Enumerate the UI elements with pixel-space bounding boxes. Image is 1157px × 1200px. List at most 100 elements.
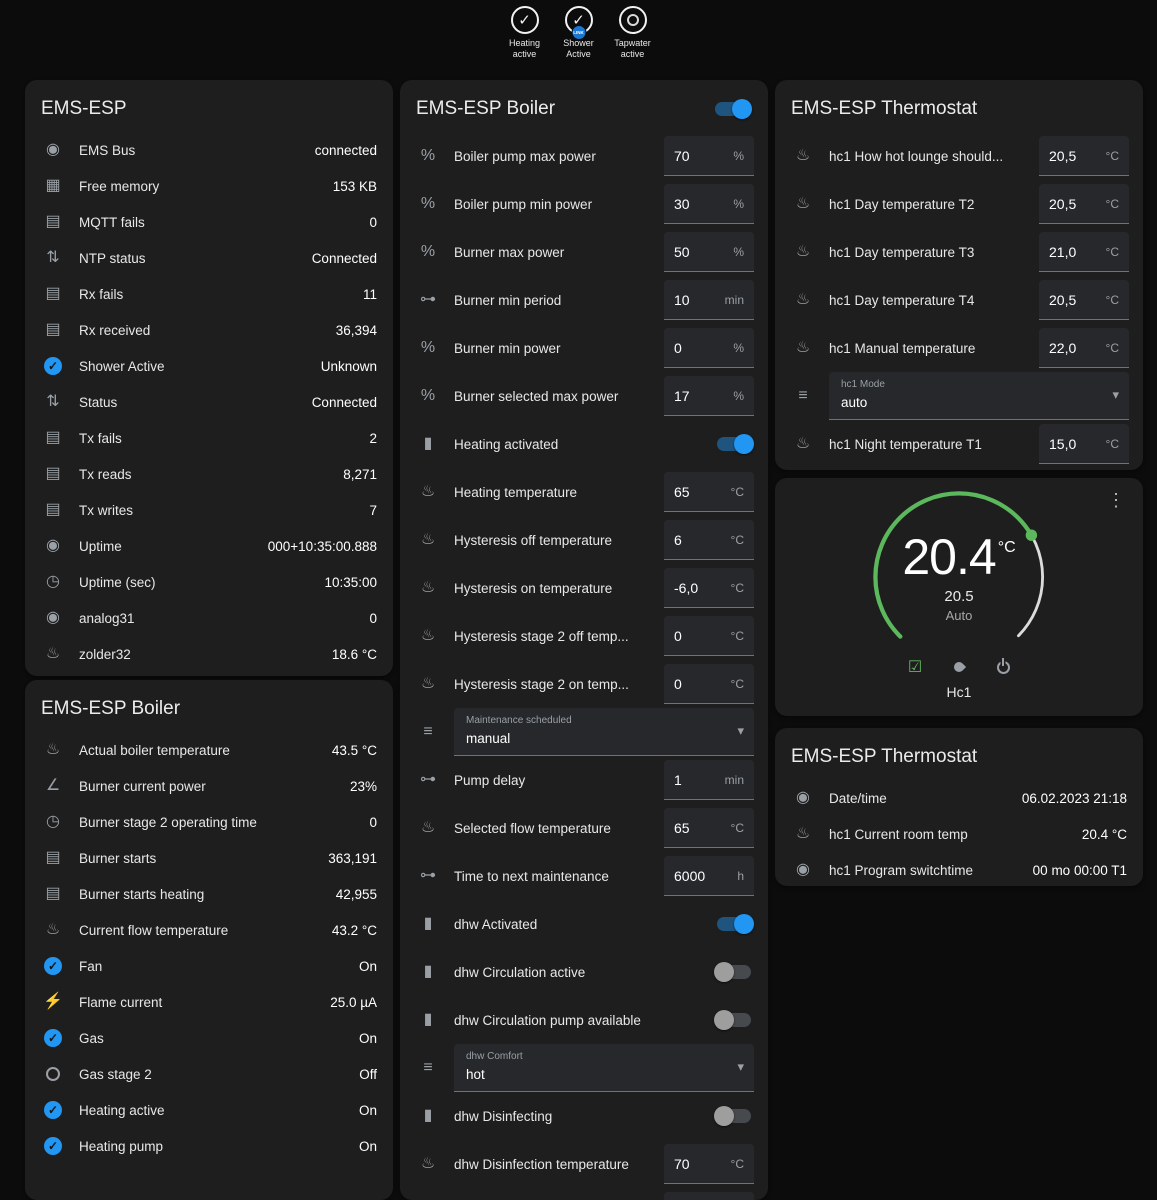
- number-input[interactable]: 15,0°C: [1039, 424, 1129, 464]
- number-input[interactable]: 0°C: [664, 664, 754, 704]
- entity-row[interactable]: %Burner max power50%: [400, 228, 768, 276]
- entity-row[interactable]: ⇅StatusConnected: [25, 384, 393, 420]
- number-input[interactable]: 20,5°C: [1039, 280, 1129, 320]
- toggle-switch[interactable]: [714, 914, 754, 934]
- number-input[interactable]: 10min: [664, 280, 754, 320]
- power-off-button[interactable]: [994, 658, 1012, 676]
- entity-row[interactable]: ◉EMS Busconnected: [25, 132, 393, 168]
- entity-row[interactable]: %Boiler pump max power70%: [400, 132, 768, 180]
- entity-row[interactable]: ▤Tx writes7: [25, 492, 393, 528]
- entity-row[interactable]: ♨hc1 Day temperature T220,5°C: [775, 180, 1143, 228]
- toggle-switch[interactable]: [714, 1010, 754, 1030]
- badge-heating-active[interactable]: ✓ Heating active: [502, 6, 548, 61]
- entity-row[interactable]: ✓GasOn: [25, 1020, 393, 1056]
- number-input[interactable]: 0%: [664, 328, 754, 368]
- entity-row[interactable]: ∠Burner current power23%: [25, 768, 393, 804]
- number-input[interactable]: 65°C: [664, 472, 754, 512]
- badge-shower-active[interactable]: ✓ LINK Shower Active: [556, 6, 602, 61]
- entity-row[interactable]: ♨hc1 Day temperature T321,0°C: [775, 228, 1143, 276]
- entity-row[interactable]: ▮dhw Circulation pump available: [400, 996, 768, 1044]
- entity-row[interactable]: ♨Hysteresis stage 2 off temp...0°C: [400, 612, 768, 660]
- entity-row[interactable]: ⚡Flame current25.0 µA: [25, 984, 393, 1020]
- entity-row[interactable]: ♨hc1 Current room temp20.4 °C: [775, 816, 1143, 852]
- entity-row[interactable]: ▮dhw Activated: [400, 900, 768, 948]
- entity-row[interactable]: ♨Heating temperature65°C: [400, 468, 768, 516]
- entity-row[interactable]: ⊶Pump delay1min: [400, 756, 768, 804]
- entity-row[interactable]: ♨hc1 How hot lounge should...20,5°C: [775, 132, 1143, 180]
- number-input[interactable]: 6°C: [664, 520, 754, 560]
- entity-row[interactable]: ▮dhw Disinfecting: [400, 1092, 768, 1140]
- badge-tapwater-active[interactable]: Tapwater active: [610, 6, 656, 61]
- number-input[interactable]: 22,0°C: [1039, 328, 1129, 368]
- entity-row[interactable]: ♨Current flow temperature43.2 °C: [25, 912, 393, 948]
- entity-row[interactable]: ≡dhw Comforthot▾: [400, 1044, 768, 1092]
- entity-row[interactable]: ♨hc1 Manual temperature22,0°C: [775, 324, 1143, 372]
- entity-row[interactable]: ▮Heating activated: [400, 420, 768, 468]
- number-input[interactable]: 0°C: [664, 616, 754, 656]
- entity-row[interactable]: ◉Uptime000+10:35:00.888: [25, 528, 393, 564]
- entity-row[interactable]: ◉Date/time06.02.2023 21:18: [775, 780, 1143, 816]
- card-power-toggle[interactable]: [712, 99, 752, 119]
- entity-row[interactable]: ✓Shower ActiveUnknown: [25, 348, 393, 384]
- entity-row[interactable]: ≡Maintenance scheduledmanual▾: [400, 708, 768, 756]
- select-input[interactable]: dhw Comforthot▾: [454, 1044, 754, 1092]
- entity-label: Heating activated: [454, 437, 700, 452]
- number-input[interactable]: 6000h: [664, 856, 754, 896]
- entity-row[interactable]: %Burner min power0%: [400, 324, 768, 372]
- entity-row[interactable]: ▤Burner starts heating42,955: [25, 876, 393, 912]
- entity-row[interactable]: ▤Tx fails2: [25, 420, 393, 456]
- number-input[interactable]: 50%: [664, 232, 754, 272]
- entity-row[interactable]: Gas stage 2Off: [25, 1056, 393, 1092]
- entity-row[interactable]: ◉analog310: [25, 600, 393, 636]
- schedule-calendar-icon[interactable]: ☑: [906, 658, 924, 676]
- entity-row[interactable]: %Burner selected max power17%: [400, 372, 768, 420]
- entity-row[interactable]: ♨Actual boiler temperature43.5 °C: [25, 732, 393, 768]
- number-input[interactable]: 65°C: [664, 808, 754, 848]
- entity-row[interactable]: ◷Burner stage 2 operating time0: [25, 804, 393, 840]
- entity-row[interactable]: ✓Heating activeOn: [25, 1092, 393, 1128]
- entity-row[interactable]: ▤Tx reads8,271: [25, 456, 393, 492]
- entity-row[interactable]: ▤MQTT fails0: [25, 204, 393, 240]
- entity-row[interactable]: ♨dhw Disinfection temperature70°C: [400, 1140, 768, 1188]
- number-input[interactable]: 30%: [664, 184, 754, 224]
- entity-row[interactable]: ⊶Time to next maintenance6000h: [400, 852, 768, 900]
- entity-row[interactable]: ♨Hysteresis stage 2 on temp...0°C: [400, 660, 768, 708]
- entity-row[interactable]: ▮dhw Circulation active: [400, 948, 768, 996]
- entity-row[interactable]: ≡hc1 Modeauto▾: [775, 372, 1143, 420]
- kebab-menu-icon[interactable]: ⋮: [1101, 488, 1131, 513]
- entity-row[interactable]: ♨Hysteresis off temperature6°C: [400, 516, 768, 564]
- toggle-switch[interactable]: [714, 1106, 754, 1126]
- toggle-switch[interactable]: [714, 434, 754, 454]
- entity-row[interactable]: ▤Rx fails11: [25, 276, 393, 312]
- number-input[interactable]: 70%: [664, 136, 754, 176]
- select-input[interactable]: Maintenance scheduledmanual▾: [454, 708, 754, 756]
- entity-row[interactable]: ⊶Burner min period10min: [400, 276, 768, 324]
- number-input[interactable]: 1min: [664, 760, 754, 800]
- entity-row[interactable]: ✓FanOn: [25, 948, 393, 984]
- entity-row[interactable]: ▦Free memory153 KB: [25, 168, 393, 204]
- entity-row[interactable]: ♨hc1 Night temperature T115,0°C: [775, 420, 1143, 468]
- entity-row[interactable]: ♨hc1 Day temperature T420,5°C: [775, 276, 1143, 324]
- number-input[interactable]: 40°C: [664, 1192, 754, 1200]
- entity-row[interactable]: ♨Hysteresis on temperature-6,0°C: [400, 564, 768, 612]
- select-input[interactable]: hc1 Modeauto▾: [829, 372, 1129, 420]
- number-input[interactable]: 20,5°C: [1039, 184, 1129, 224]
- number-input[interactable]: 21,0°C: [1039, 232, 1129, 272]
- entity-row[interactable]: ♨zolder3218.6 °C: [25, 636, 393, 672]
- entity-row[interactable]: ▤Burner starts363,191: [25, 840, 393, 876]
- entity-row[interactable]: ◷Uptime (sec)10:35:00: [25, 564, 393, 600]
- number-input[interactable]: -6,0°C: [664, 568, 754, 608]
- number-input[interactable]: 17%: [664, 376, 754, 416]
- flame-heat-button[interactable]: [950, 658, 968, 676]
- entity-row[interactable]: %Boiler pump min power30%: [400, 180, 768, 228]
- number-input[interactable]: 70°C: [664, 1144, 754, 1184]
- toggle-switch[interactable]: [714, 962, 754, 982]
- entity-row[interactable]: ⇅NTP statusConnected: [25, 240, 393, 276]
- number-input[interactable]: 20,5°C: [1039, 136, 1129, 176]
- entity-row[interactable]: ▤Rx received36,394: [25, 312, 393, 348]
- entity-row[interactable]: ◉hc1 Program switchtime00 mo 00:00 T1: [775, 852, 1143, 886]
- entity-row[interactable]: ✓Heating pumpOn: [25, 1128, 393, 1164]
- entity-row[interactable]: ♨dhw Flow temperature offset40°C: [400, 1188, 768, 1200]
- entity-row[interactable]: ♨Selected flow temperature65°C: [400, 804, 768, 852]
- thermostat-dial[interactable]: 20.4°C 20.5 Auto: [864, 482, 1054, 672]
